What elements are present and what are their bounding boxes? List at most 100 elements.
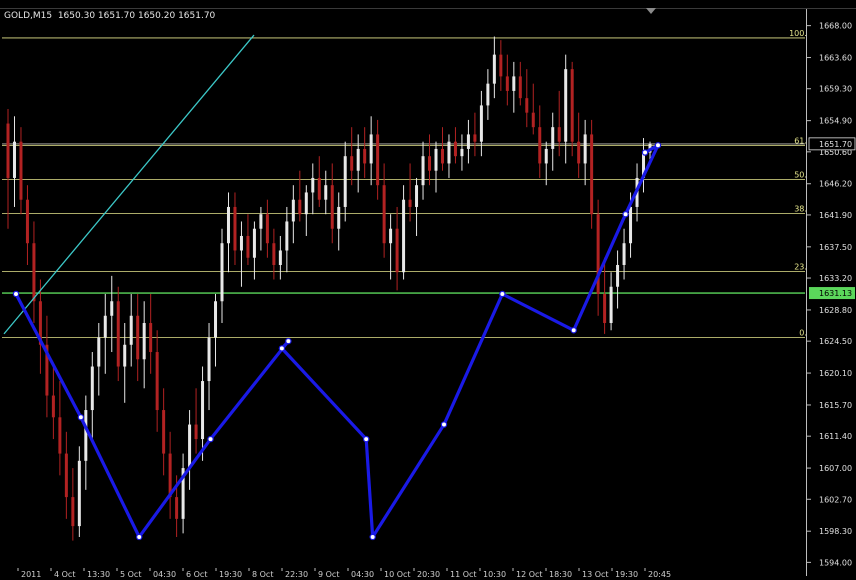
candle-body (278, 250, 282, 265)
time-axis: 2011 4 Oct 13:30 5 Oct 04:30 6 Oct 19:30 8 Oct 2… (17, 568, 671, 579)
x-tick-label-4: 04:30 (153, 570, 176, 579)
candle-body (97, 337, 101, 367)
candle-body (440, 148, 444, 164)
candle-body (116, 301, 120, 367)
x-tick-label-5: 6 Oct (186, 570, 207, 579)
current-price-label: 1651.70 (819, 140, 852, 149)
support-price-label: 1631.13 (819, 289, 852, 298)
y-tick-label-16: 1598.30 (819, 527, 852, 536)
candle-body (596, 214, 600, 294)
candle-body (622, 243, 626, 265)
candle-body (389, 228, 393, 244)
candle-body (369, 134, 373, 164)
y-tick-label-6: 1641.90 (819, 211, 852, 220)
x-tick-label-11: 10 Oct (384, 570, 411, 579)
candle-body (570, 69, 574, 142)
candle-body (544, 148, 548, 164)
pattern-point (440, 421, 448, 428)
trend-line (3, 34, 255, 335)
x-tick-label-3: 5 Oct (120, 570, 141, 579)
candle-body (590, 134, 594, 215)
candle-body (434, 148, 438, 171)
candle-body (408, 199, 412, 207)
pattern-point (499, 290, 506, 298)
candle-body (577, 141, 581, 164)
x-tick-label-6: 19:30 (219, 570, 242, 579)
candle-body (285, 221, 289, 251)
candle-body (19, 141, 23, 200)
y-tick-label-5: 1646.20 (819, 180, 852, 189)
pattern-point (136, 533, 143, 541)
candle-body (90, 366, 94, 411)
y-tick-label-12: 1615.70 (819, 401, 852, 410)
candle-body (103, 315, 107, 338)
candle-body (609, 286, 613, 324)
candle-body (84, 410, 88, 461)
candle-body (629, 206, 633, 244)
candle-body (376, 134, 380, 186)
x-tick-label-15: 12 Oct (516, 570, 543, 579)
pattern-point (369, 533, 376, 541)
pattern-point (77, 414, 85, 421)
x-tick-label-1: 4 Oct (54, 570, 75, 579)
x-tick-label-14: 10:30 (483, 570, 506, 579)
candle-body (58, 417, 62, 454)
candle-body (175, 497, 179, 519)
price-axis-ticks: 1668.001663.601659.301654.901650.601646.… (807, 22, 856, 567)
pattern-point (207, 435, 214, 443)
candle-body (492, 54, 496, 84)
candle-body (538, 127, 542, 164)
candle-body (317, 177, 321, 200)
y-tick-label-0: 1668.00 (819, 22, 852, 31)
candle-body (356, 148, 360, 171)
y-tick-label-11: 1620.10 (819, 369, 852, 378)
candle-body (486, 83, 490, 106)
candle-body (12, 141, 16, 178)
candle-body (298, 199, 302, 215)
candle-body (337, 206, 341, 229)
candle-body (207, 337, 211, 382)
price-axis[interactable]: 1668.00 1663.60 1659.30 1654.90 1650.60 1646.… (806, 9, 856, 576)
candle-body (201, 381, 205, 440)
chart-window[interactable]: 100.061.850.038.223.60.0 1668.00 1663.60 1… (0, 0, 856, 579)
candle-body (239, 235, 243, 251)
candle-body (466, 134, 470, 149)
candle-body (616, 264, 620, 287)
y-tick-label-17: 1594.00 (819, 558, 852, 567)
x-tick-label-13: 11 Oct (450, 570, 477, 579)
candle-body (382, 185, 386, 244)
y-tick-label-10: 1624.50 (819, 337, 852, 346)
candle-body (149, 323, 153, 353)
y-tick-label-13: 1611.40 (819, 432, 852, 441)
candle-body (473, 134, 477, 142)
symbol-name: GOLD,M15 (4, 11, 53, 21)
y-tick-label-9: 1628.80 (819, 306, 852, 315)
candle-body (518, 76, 522, 99)
candle-body (324, 185, 328, 200)
candle-body (415, 185, 419, 207)
pattern-point (362, 435, 370, 443)
candle-body (155, 352, 159, 411)
candle-body (214, 301, 218, 338)
trend-overlays (3, 34, 662, 541)
candle-body (194, 424, 198, 440)
candle-body (428, 156, 432, 171)
candle-body (272, 243, 276, 265)
x-tick-label-9: 9 Oct (318, 570, 339, 579)
candle-body (505, 76, 509, 91)
x-tick-label-19: 20:45 (648, 570, 671, 579)
pattern-point (622, 211, 629, 218)
candle-body (188, 424, 192, 469)
y-tick-label-2: 1659.30 (819, 85, 852, 94)
candle-body (64, 453, 68, 498)
candle-body (291, 199, 295, 222)
x-tick-label-8: 22:30 (285, 570, 308, 579)
candle-body (330, 185, 334, 229)
candle-body (460, 148, 464, 157)
price-chart[interactable]: 100.061.850.038.223.60.0 (0, 0, 856, 576)
candle-body (447, 141, 451, 164)
candle-body (123, 344, 127, 367)
x-tick-label-0: 2011 (21, 570, 41, 579)
x-tick-label-18: 19:30 (615, 570, 638, 579)
pattern-point (641, 149, 649, 156)
